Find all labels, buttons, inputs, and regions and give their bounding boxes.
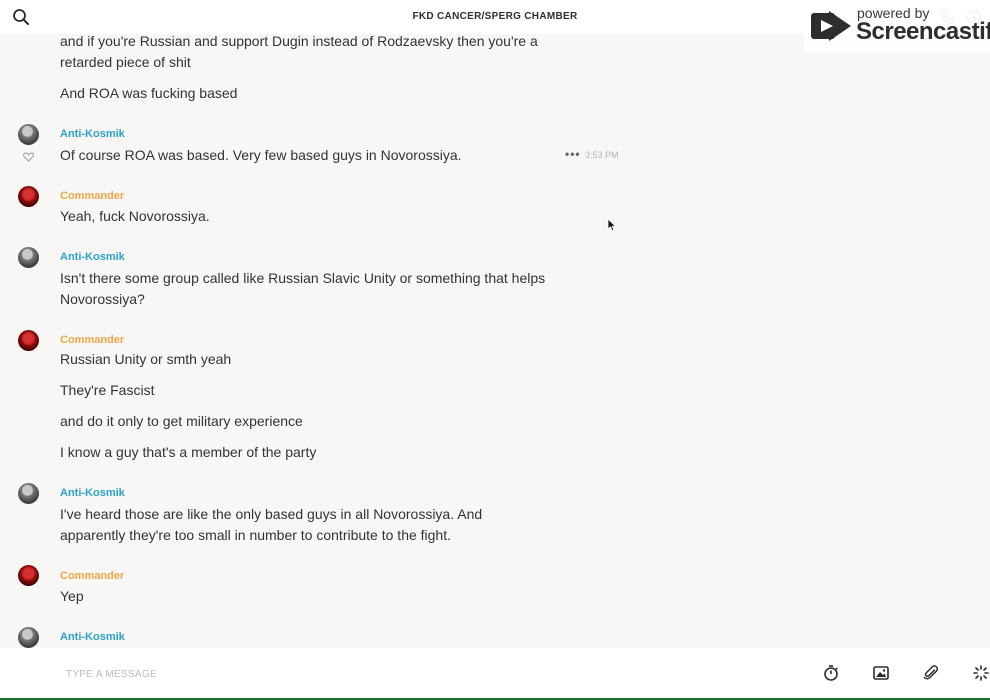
message-text: Isn't there some group called like Russi… <box>60 270 546 307</box>
screencastify-logo-icon <box>809 7 853 50</box>
avatar[interactable] <box>18 247 39 268</box>
message-text: and do it only to get military experienc… <box>60 413 303 429</box>
message-author[interactable]: Anti-Kosmik <box>60 251 125 263</box>
message-text: Russian Unity or smth yeah <box>60 351 232 367</box>
mouse-cursor-icon <box>607 218 617 237</box>
avatar[interactable] <box>18 483 39 504</box>
timer-icon[interactable] <box>822 664 840 682</box>
message-text: Yep <box>60 588 84 604</box>
avatar[interactable] <box>18 565 39 586</box>
message-input[interactable] <box>66 664 666 684</box>
avatar[interactable] <box>18 186 39 207</box>
message-text: I know a guy that's a member of the part… <box>60 444 317 460</box>
message-text: I've heard those are like the only based… <box>60 506 483 543</box>
message-author[interactable]: Anti-Kosmik <box>60 631 125 643</box>
sparkle-icon[interactable] <box>972 664 990 682</box>
avatar[interactable] <box>18 124 39 145</box>
avatar[interactable] <box>18 627 39 648</box>
message-text: And ROA was fucking based <box>60 85 238 101</box>
paperclip-icon[interactable] <box>922 664 940 682</box>
image-icon[interactable] <box>872 664 890 682</box>
message-author[interactable]: Commander <box>60 190 124 202</box>
message-text: Yeah, fuck Novorossiya. <box>60 208 210 224</box>
heart-icon[interactable] <box>23 149 34 167</box>
message-author[interactable]: Anti-Kosmik <box>60 128 125 140</box>
message-timestamp: 3:53 PM <box>585 150 619 160</box>
more-icon[interactable]: ••• <box>565 147 581 161</box>
message-author[interactable]: Commander <box>60 334 124 346</box>
message-author[interactable]: Anti-Kosmik <box>60 487 125 499</box>
watermark-brand: Screencastify <box>856 18 990 45</box>
message-text: They're Fascist <box>60 382 155 398</box>
avatar[interactable] <box>18 330 39 351</box>
screencastify-watermark: powered by Screencastify <box>804 0 990 52</box>
message-feed[interactable]: and if you're Russian and support Dugin … <box>0 34 990 648</box>
message-composer <box>0 648 990 700</box>
message-text: Of course ROA was based. Very few based … <box>60 147 462 163</box>
message-text: and if you're Russian and support Dugin … <box>60 34 538 70</box>
message-author[interactable]: Commander <box>60 570 124 582</box>
